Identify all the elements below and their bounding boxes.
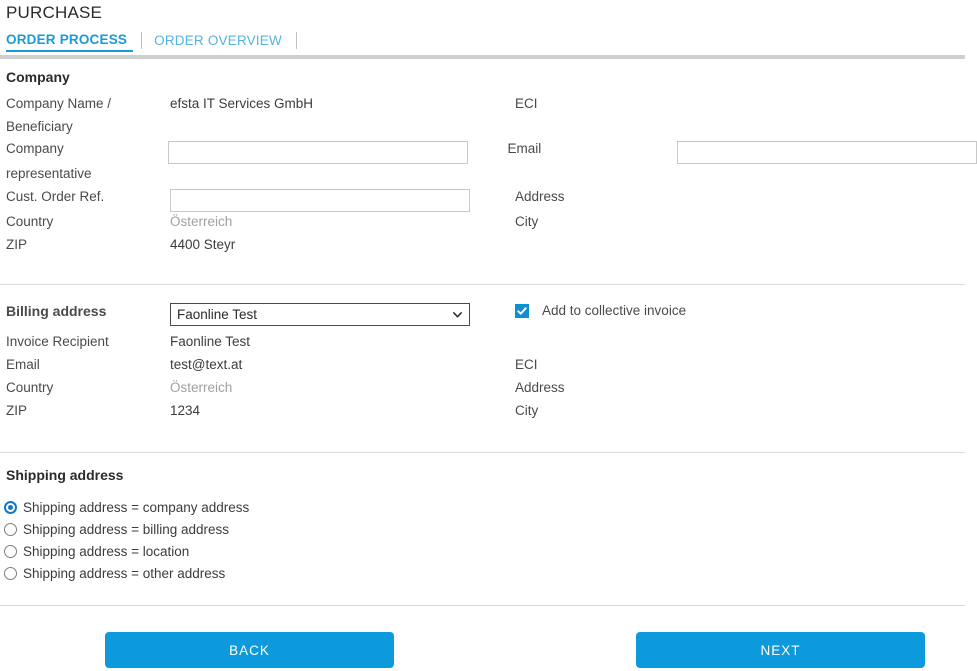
row-company-zip: ZIP 4400 Steyr: [0, 237, 977, 260]
radio-other-address[interactable]: [4, 567, 17, 580]
billing-city-label: City: [515, 403, 687, 418]
row-company-representative: Company Email: [0, 141, 977, 166]
company-representative-input[interactable]: [168, 141, 468, 164]
back-button[interactable]: BACK: [105, 632, 394, 668]
billing-section-title: Billing address: [0, 303, 170, 319]
company-representative-label-2: representative: [0, 166, 170, 181]
company-representative-label: Company: [0, 141, 168, 156]
row-cust-order-ref: Cust. Order Ref. Address: [0, 189, 977, 214]
row-billing-country: Country Österreich Address: [0, 380, 977, 403]
company-city-label: City: [515, 214, 687, 229]
next-button[interactable]: NEXT: [636, 632, 925, 668]
billing-email-value: test@text.at: [170, 357, 515, 372]
shipping-option-label-2: Shipping address = location: [23, 544, 189, 559]
shipping-section: Shipping address Shipping address = comp…: [0, 453, 977, 605]
billing-country-label: Country: [0, 380, 170, 395]
billing-eci-label: ECI: [515, 357, 687, 372]
shipping-option-label-3: Shipping address = other address: [23, 566, 225, 581]
shipping-option-other-address[interactable]: Shipping address = other address: [0, 562, 977, 584]
tab-bar: ORDER PROCESS ORDER OVERVIEW: [0, 23, 977, 55]
billing-email-label: Email: [0, 357, 170, 372]
billing-address-select[interactable]: Faonline Test: [170, 303, 470, 326]
row-invoice-recipient: Invoice Recipient Faonline Test: [0, 334, 977, 357]
tab-divider: [141, 32, 142, 49]
company-section-title: Company: [0, 69, 977, 85]
section-divider-footer: [0, 605, 965, 606]
shipping-option-location[interactable]: Shipping address = location: [0, 540, 977, 562]
tab-order-overview[interactable]: ORDER OVERVIEW: [144, 33, 294, 51]
collective-invoice-label: Add to collective invoice: [542, 303, 686, 318]
shipping-option-billing-address[interactable]: Shipping address = billing address: [0, 518, 977, 540]
company-email-label: Email: [508, 141, 677, 156]
company-name-value: efsta IT Services GmbH: [170, 96, 515, 111]
tab-order-process[interactable]: ORDER PROCESS: [6, 32, 133, 52]
invoice-recipient-label: Invoice Recipient: [0, 334, 170, 349]
shipping-option-label-1: Shipping address = billing address: [23, 522, 229, 537]
row-representative-line2: representative: [0, 166, 977, 189]
row-billing-email: Email test@text.at ECI: [0, 357, 977, 380]
radio-billing-address[interactable]: [4, 523, 17, 536]
invoice-recipient-value: Faonline Test: [170, 334, 515, 349]
company-zip-label: ZIP: [0, 237, 170, 252]
radio-location[interactable]: [4, 545, 17, 558]
company-name-label: Company Name /: [0, 96, 170, 111]
check-icon: [516, 305, 528, 317]
shipping-section-title: Shipping address: [0, 467, 977, 483]
collective-invoice-checkbox[interactable]: [515, 304, 529, 318]
company-email-input[interactable]: [677, 141, 977, 164]
billing-section: Billing address Faonline Test Add to col…: [0, 285, 977, 452]
row-company-country: Country Österreich City: [0, 214, 977, 237]
row-beneficiary: Beneficiary: [0, 119, 977, 142]
page-header: PURCHASE ORDER PROCESS ORDER OVERVIEW: [0, 0, 977, 55]
beneficiary-label: Beneficiary: [0, 119, 170, 134]
radio-company-address[interactable]: [4, 501, 17, 514]
cust-order-ref-label: Cust. Order Ref.: [0, 189, 170, 204]
company-country-label: Country: [0, 214, 170, 229]
row-billing-zip: ZIP 1234 City: [0, 403, 977, 426]
row-billing-header: Billing address Faonline Test Add to col…: [0, 303, 977, 329]
tab-divider-end: [296, 32, 297, 49]
company-section: Company Company Name / efsta IT Services…: [0, 59, 977, 284]
page-title: PURCHASE: [0, 0, 977, 23]
billing-zip-value: 1234: [170, 403, 515, 418]
company-address-label: Address: [515, 189, 687, 204]
cust-order-ref-input[interactable]: [170, 189, 470, 212]
chevron-down-icon: [452, 309, 463, 320]
billing-country-value: Österreich: [170, 380, 515, 395]
row-company-name: Company Name / efsta IT Services GmbH EC…: [0, 96, 977, 119]
billing-address-label: Address: [515, 380, 687, 395]
shipping-option-label-0: Shipping address = company address: [23, 500, 249, 515]
company-zip-value: 4400 Steyr: [170, 237, 515, 252]
company-country-value: Österreich: [170, 214, 515, 229]
billing-address-select-value: Faonline Test: [177, 307, 257, 322]
shipping-option-company-address[interactable]: Shipping address = company address: [0, 496, 977, 518]
collective-invoice-checkbox-row[interactable]: Add to collective invoice: [515, 303, 686, 318]
company-eci-label: ECI: [515, 96, 687, 111]
footer-actions: BACK NEXT: [0, 632, 977, 668]
billing-zip-label: ZIP: [0, 403, 170, 418]
